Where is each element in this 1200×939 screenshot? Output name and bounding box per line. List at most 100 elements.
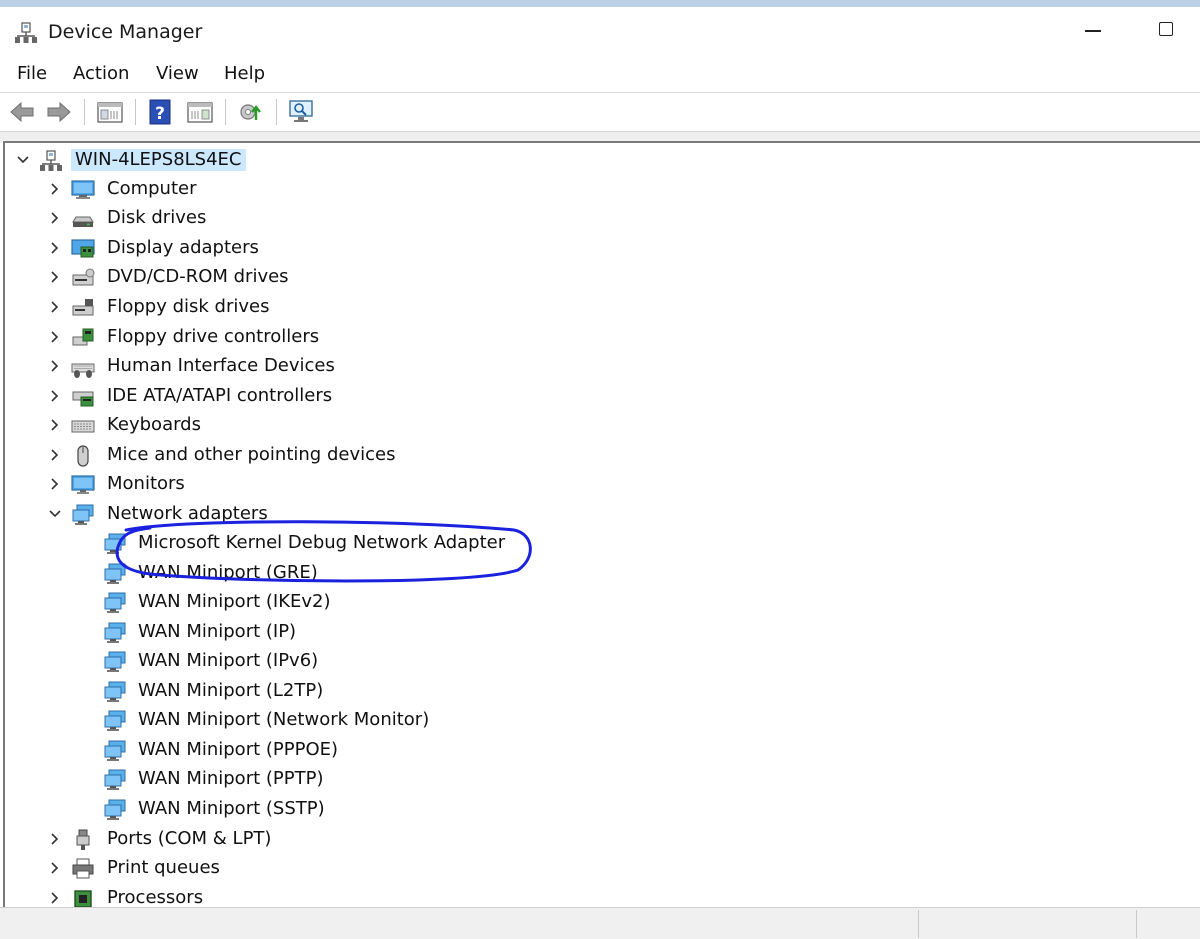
maximize-button[interactable] [1140, 7, 1192, 55]
chevron-right-icon[interactable] [47, 417, 63, 433]
window-top-border [0, 0, 1200, 7]
mouse-icon [77, 445, 89, 467]
back-arrow-icon[interactable] [8, 98, 36, 126]
chevron-right-icon[interactable] [47, 831, 63, 847]
menu-action[interactable]: Action [73, 63, 129, 85]
toolbar-separator [225, 99, 226, 125]
network-adapter-icon [104, 622, 126, 643]
chevron-right-icon[interactable] [47, 299, 63, 315]
tree-node-label: WAN Miniport (Network Monitor) [138, 709, 430, 730]
show-hide-console-tree-icon[interactable] [96, 98, 124, 126]
chevron-right-icon[interactable] [47, 269, 63, 285]
menu-help[interactable]: Help [224, 63, 265, 85]
computer-icon [71, 180, 95, 199]
chevron-right-icon[interactable] [47, 447, 63, 463]
display-adapter-icon [71, 239, 95, 258]
chevron-right-icon[interactable] [47, 358, 63, 374]
status-divider [918, 910, 919, 938]
network-adapter-icon [104, 681, 126, 702]
chevron-right-icon[interactable] [47, 860, 63, 876]
window-title: Device Manager [48, 21, 203, 43]
menu-file[interactable]: File [17, 63, 47, 85]
tree-node-label: WAN Miniport (GRE) [138, 562, 318, 583]
chevron-right-icon[interactable] [47, 240, 63, 256]
tree-node-label: Display adapters [107, 237, 259, 258]
tree-leaf-wan-pptp[interactable]: WAN Miniport (PPTP) [5, 765, 1195, 794]
tree-node-keyboards[interactable]: Keyboards [5, 411, 1195, 440]
tree-leaf-wan-gre[interactable]: WAN Miniport (GRE) [5, 559, 1195, 588]
minimize-button[interactable] [1066, 7, 1118, 55]
tree-leaf-wan-network-monitor[interactable]: WAN Miniport (Network Monitor) [5, 706, 1195, 735]
tree-node-display-adapters[interactable]: Display adapters [5, 234, 1195, 263]
toolbar: ? [0, 93, 1200, 131]
chevron-right-icon[interactable] [47, 181, 63, 197]
tree-leaf-wan-pppoe[interactable]: WAN Miniport (PPPOE) [5, 736, 1195, 765]
maximize-icon [1159, 22, 1173, 36]
tree-node-mice[interactable]: Mice and other pointing devices [5, 441, 1195, 470]
help-icon[interactable]: ? [147, 98, 175, 126]
device-tree[interactable]: WIN-4LEPS8LS4EC Computer Disk drives Dis… [3, 141, 1200, 907]
root-label: WIN-4LEPS8LS4EC [71, 149, 246, 171]
tree-leaf-wan-ikev2[interactable]: WAN Miniport (IKEv2) [5, 588, 1195, 617]
tree-leaf-wan-ipv6[interactable]: WAN Miniport (IPv6) [5, 647, 1195, 676]
chevron-right-icon[interactable] [47, 476, 63, 492]
tree-leaf-wan-l2tp[interactable]: WAN Miniport (L2TP) [5, 677, 1195, 706]
hid-icon [71, 363, 95, 378]
chevron-right-icon[interactable] [47, 890, 63, 906]
tree-node-label: Keyboards [107, 414, 201, 435]
network-adapter-icon [104, 710, 126, 731]
network-adapter-icon [104, 563, 126, 584]
tree-node-label: Floppy drive controllers [107, 326, 320, 347]
tree-node-human-interface-devices[interactable]: Human Interface Devices [5, 352, 1195, 381]
tree-node-label: Microsoft Kernel Debug Network Adapter [138, 532, 506, 553]
tree-node-label: Monitors [107, 473, 185, 494]
toolbar-separator [135, 99, 136, 125]
processor-icon [74, 890, 92, 907]
tree-node-network-adapters[interactable]: Network adapters [5, 500, 1195, 529]
menu-view[interactable]: View [156, 63, 199, 85]
tree-node-ide-controllers[interactable]: IDE ATA/ATAPI controllers [5, 382, 1195, 411]
chevron-down-icon[interactable] [47, 506, 63, 522]
forward-arrow-icon[interactable] [45, 98, 73, 126]
tree-node-disk-drives[interactable]: Disk drives [5, 204, 1195, 233]
floppy-drive-icon [72, 299, 94, 316]
update-driver-icon[interactable] [236, 98, 264, 126]
tree-node-ports[interactable]: Ports (COM & LPT) [5, 825, 1195, 854]
chevron-right-icon[interactable] [47, 388, 63, 404]
tree-node-print-queues[interactable]: Print queues [5, 854, 1195, 883]
tree-node-processors[interactable]: Processors [5, 884, 1195, 907]
tree-leaf-kernel-debug-adapter[interactable]: Microsoft Kernel Debug Network Adapter [5, 529, 1195, 558]
chevron-right-icon[interactable] [47, 329, 63, 345]
tree-node-computer[interactable]: Computer [5, 175, 1195, 204]
toolbar-separator [276, 99, 277, 125]
tree-node-label: WAN Miniport (IKEv2) [138, 591, 331, 612]
tree-node-label: Floppy disk drives [107, 296, 270, 317]
disk-drive-icon [72, 216, 94, 227]
network-adapter-icon [104, 651, 126, 672]
tree-node-label: WAN Miniport (SSTP) [138, 798, 325, 819]
tree-node-floppy-drive-controllers[interactable]: Floppy drive controllers [5, 323, 1195, 352]
printer-icon [72, 858, 94, 879]
tree-node-label: Network adapters [107, 503, 268, 524]
minimize-icon [1085, 30, 1101, 32]
network-adapter-icon [104, 799, 126, 820]
port-icon [76, 829, 90, 850]
tree-node-monitors[interactable]: Monitors [5, 470, 1195, 499]
tree-leaf-wan-ip[interactable]: WAN Miniport (IP) [5, 618, 1195, 647]
floppy-controller-icon [72, 328, 94, 346]
tree-node-label: Disk drives [107, 207, 207, 228]
chevron-down-icon[interactable] [15, 152, 31, 168]
tree-node-label: Ports (COM & LPT) [107, 828, 272, 849]
dvd-drive-icon [72, 268, 95, 286]
chevron-right-icon[interactable] [47, 210, 63, 226]
tree-node-floppy-disk-drives[interactable]: Floppy disk drives [5, 293, 1195, 322]
properties-pane-icon[interactable] [186, 98, 214, 126]
scan-hardware-icon[interactable] [287, 98, 315, 126]
tree-root[interactable]: WIN-4LEPS8LS4EC [5, 146, 1195, 175]
toolbar-divider [0, 131, 1200, 141]
tree-node-label: DVD/CD-ROM drives [107, 266, 289, 287]
title-bar[interactable]: Device Manager [0, 7, 1200, 55]
tree-node-dvd-drives[interactable]: DVD/CD-ROM drives [5, 263, 1195, 292]
network-adapter-icon [104, 740, 126, 761]
tree-leaf-wan-sstp[interactable]: WAN Miniport (SSTP) [5, 795, 1195, 824]
